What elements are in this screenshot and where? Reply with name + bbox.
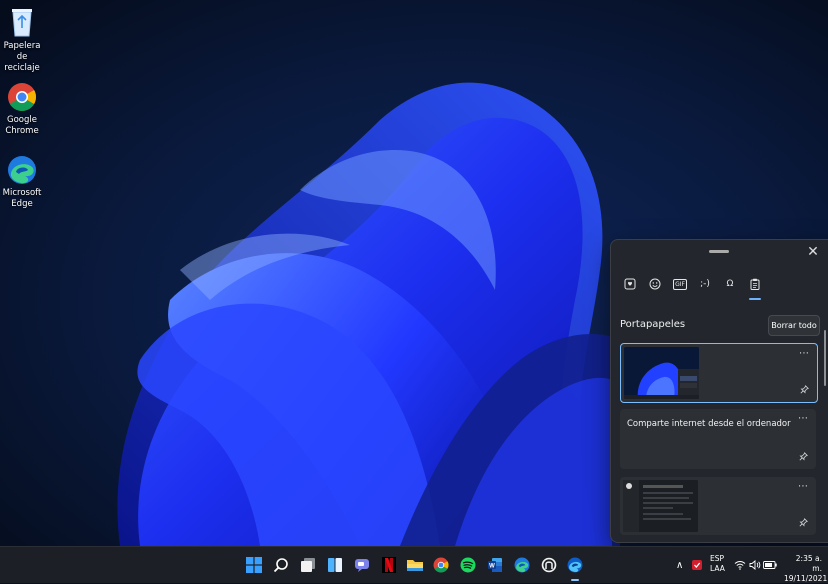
search-icon: [273, 558, 288, 573]
task-view-button[interactable]: [298, 555, 318, 575]
widgets-icon: [328, 558, 342, 572]
section-title: Portapapeles: [620, 319, 686, 330]
clipboard-image-thumbnail: [624, 347, 699, 399]
screenshot-thumbnail: [623, 480, 698, 532]
edge-icon: [8, 156, 36, 184]
more-options-icon[interactable]: ⋯: [798, 413, 808, 424]
network-button[interactable]: [733, 555, 747, 575]
desktop-icon-recycle-bin[interactable]: Papelera de reciclaje: [0, 6, 46, 74]
tab-emoji[interactable]: [646, 274, 664, 294]
taskbar-app-netflix[interactable]: [379, 555, 399, 575]
tab-gif[interactable]: GIF: [671, 274, 689, 294]
edge-dev-icon: [567, 557, 583, 573]
windows-start-icon: [246, 557, 262, 573]
edge-icon: [514, 557, 530, 573]
taskbar-app-system[interactable]: [539, 555, 559, 575]
widgets-button[interactable]: [325, 555, 345, 575]
search-button[interactable]: [271, 555, 291, 575]
desktop-icon-chrome[interactable]: Google Chrome: [0, 82, 46, 137]
clear-all-button[interactable]: Borrar todo: [768, 315, 820, 336]
word-icon: W: [488, 558, 502, 572]
netflix-icon: [382, 557, 396, 573]
tab-symbols[interactable]: Ω: [721, 274, 739, 294]
show-hidden-icons-button[interactable]: ∧: [676, 560, 683, 571]
desktop-icon-label: Microsoft Edge: [2, 188, 42, 209]
screenshot-thumbnail: [624, 347, 699, 399]
svg-text:W: W: [489, 563, 495, 569]
file-explorer-icon: [407, 560, 423, 571]
clipboard-item[interactable]: ⋯: [620, 343, 818, 403]
system-tray: ∧: [676, 547, 683, 583]
taskbar-app-edge-dev[interactable]: [565, 555, 585, 581]
teams-chat-icon: [355, 559, 369, 572]
keyboard-layout: LAA: [710, 564, 725, 573]
recycle-bin-icon: [12, 9, 32, 37]
panel-tabs: GIF ;-) Ω: [621, 274, 764, 300]
tab-kaomoji[interactable]: ;-): [696, 274, 714, 294]
scrollbar-thumb[interactable]: [824, 330, 826, 386]
clipboard-image-thumbnail: [623, 480, 698, 532]
desktop-icon-label: Google Chrome: [5, 115, 39, 136]
clipboard-item-text: Comparte internet desde el ordenador: [627, 419, 791, 429]
tray-app-icon[interactable]: [690, 555, 704, 575]
gif-icon: GIF: [673, 278, 687, 290]
taskbar-app-word[interactable]: W: [485, 555, 505, 575]
spotify-icon: [460, 557, 476, 573]
taskbar-app-spotify[interactable]: [458, 555, 478, 575]
task-view-icon: [301, 558, 315, 572]
clipboard-item[interactable]: Comparte internet desde el ordenador ⋯: [620, 409, 816, 469]
antivirus-icon: [692, 560, 702, 570]
pin-icon[interactable]: [799, 518, 808, 530]
panel-drag-handle[interactable]: [709, 250, 729, 253]
clock[interactable]: 2:35 a. m. 19/11/2021: [784, 554, 828, 584]
pin-glyph: [800, 385, 809, 394]
pin-glyph: [799, 452, 808, 461]
taskbar-app-chrome[interactable]: [431, 555, 451, 575]
volume-button[interactable]: [748, 555, 762, 575]
close-icon: ✕: [807, 244, 819, 260]
pin-icon[interactable]: [800, 385, 809, 397]
heart-sticker-icon: [624, 278, 636, 290]
tab-clipboard[interactable]: [746, 274, 764, 300]
desktop-icon-label: Papelera de reciclaje: [3, 41, 41, 73]
symbols-icon: Ω: [726, 279, 734, 289]
clipboard-icon: [750, 278, 760, 290]
taskbar: W ∧ ESP LAA 2:35 a. m. 19/11/2021: [0, 546, 828, 583]
clipboard-history-panel: ✕ GIF ;-) Ω Portapapeles Borrar todo ⋯ C…: [610, 239, 828, 543]
clipboard-item[interactable]: ⋯: [620, 477, 816, 535]
chat-button[interactable]: [352, 555, 372, 575]
clock-date: 19/11/2021: [784, 574, 828, 583]
active-app-indicator: [571, 579, 579, 581]
pin-glyph: [799, 518, 808, 527]
language-code: ESP: [710, 554, 725, 563]
chrome-icon: [8, 83, 36, 111]
start-button[interactable]: [244, 555, 264, 575]
battery-icon: [763, 561, 777, 569]
more-options-icon[interactable]: ⋯: [799, 348, 809, 359]
taskbar-app-edge[interactable]: [512, 555, 532, 575]
chrome-icon: [433, 557, 449, 573]
emoji-icon: [649, 278, 661, 290]
speaker-icon: [749, 560, 761, 570]
close-button[interactable]: ✕: [805, 244, 821, 260]
more-options-icon[interactable]: ⋯: [798, 481, 808, 492]
kaomoji-icon: ;-): [700, 279, 710, 289]
wifi-icon: [734, 560, 746, 570]
pin-icon[interactable]: [799, 452, 808, 464]
input-language-indicator[interactable]: ESP LAA: [710, 554, 725, 574]
clock-time: 2:35 a. m.: [795, 554, 822, 573]
tab-stickers[interactable]: [621, 274, 639, 294]
battery-button[interactable]: [763, 555, 777, 575]
taskbar-app-file-explorer[interactable]: [405, 555, 425, 575]
desktop-icon-edge[interactable]: Microsoft Edge: [0, 155, 46, 210]
system-icon: [541, 557, 557, 573]
